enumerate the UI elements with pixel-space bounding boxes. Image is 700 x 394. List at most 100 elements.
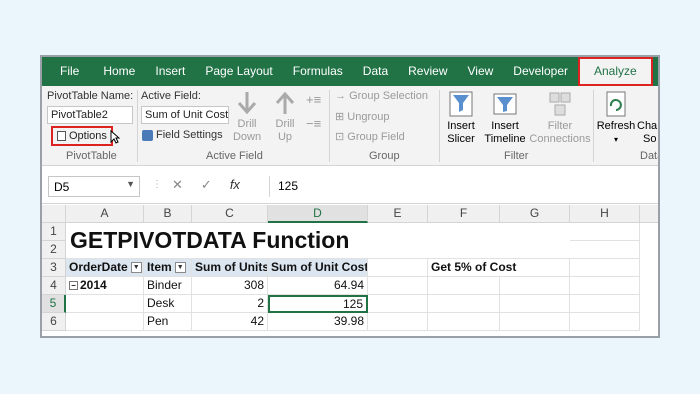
row-header[interactable]: 6 <box>42 313 66 331</box>
name-box[interactable]: D5 ▼ <box>48 176 140 197</box>
tab-view[interactable]: View <box>458 57 504 86</box>
tab-home[interactable]: Home <box>93 57 145 86</box>
arrow-right-icon: → <box>335 90 350 102</box>
drill-up-label-1: Drill <box>275 118 295 130</box>
get-5-percent-label[interactable]: Get 5% of Cost <box>428 259 570 277</box>
header-item[interactable]: Item ▼ <box>144 259 192 277</box>
group-field-button[interactable]: ⊡ Group Field <box>335 130 405 143</box>
row-header[interactable]: 3 <box>42 259 66 277</box>
cell[interactable] <box>570 313 640 331</box>
change-source-label-1: Cha <box>637 120 658 132</box>
insert-timeline-button[interactable]: Insert Timeline <box>482 90 528 146</box>
cell[interactable] <box>570 223 640 241</box>
cell[interactable] <box>66 313 144 331</box>
header-orderdate[interactable]: OrderDate ▼ <box>66 259 144 277</box>
column-header[interactable]: A <box>66 205 144 223</box>
cell[interactable] <box>368 277 428 295</box>
year-cell[interactable]: −2014 <box>66 277 144 295</box>
formula-input[interactable]: 125 <box>269 176 658 197</box>
row-header[interactable]: 2 <box>42 241 66 259</box>
select-all-corner[interactable] <box>42 205 66 223</box>
row-header[interactable]: 1 <box>42 223 66 241</box>
insert-slicer-label-2: Slicer <box>447 133 475 145</box>
ungroup-label: Ungroup <box>347 111 390 123</box>
cancel-icon[interactable]: ✕ <box>172 177 183 193</box>
group-label-group: Group <box>369 150 400 162</box>
group-selection-label: Group Selection <box>349 90 428 102</box>
ungroup-button[interactable]: ⊞ Ungroup <box>335 110 389 123</box>
cell[interactable] <box>428 313 500 331</box>
options-label: Options <box>69 130 107 142</box>
cell[interactable] <box>570 295 640 313</box>
cell[interactable] <box>500 313 570 331</box>
active-field-input[interactable]: Sum of Unit Cost <box>141 106 229 124</box>
filter-dropdown-icon[interactable]: ▼ <box>130 262 142 274</box>
tab-formulas[interactable]: Formulas <box>283 57 353 86</box>
group-field-label: Group Field <box>347 131 405 143</box>
cost-cell-selected[interactable]: 125 <box>268 295 368 313</box>
expand-field-icon[interactable]: +≡ <box>306 92 321 107</box>
cell[interactable] <box>368 259 428 277</box>
tab-developer[interactable]: Developer <box>503 57 578 86</box>
insert-slicer-label-1: Insert <box>447 120 475 132</box>
cost-cell[interactable]: 39.98 <box>268 313 368 331</box>
enter-icon[interactable]: ✓ <box>201 177 212 193</box>
filter-dropdown-icon[interactable]: ▼ <box>174 262 186 274</box>
insert-slicer-button[interactable]: Insert Slicer <box>444 90 478 146</box>
separator <box>439 90 440 162</box>
drill-up-button[interactable]: Drill Up <box>270 90 300 144</box>
tab-file[interactable]: File <box>42 57 93 86</box>
refresh-label: Refresh <box>596 120 636 132</box>
column-header[interactable]: F <box>428 205 500 223</box>
cell[interactable] <box>500 277 570 295</box>
change-source-button[interactable]: Cha So <box>637 120 658 146</box>
units-cell[interactable]: 2 <box>192 295 268 313</box>
options-button[interactable]: Options <box>51 126 113 146</box>
item-cell[interactable]: Pen <box>144 313 192 331</box>
collapse-icon[interactable]: − <box>69 281 78 291</box>
cell[interactable] <box>368 313 428 331</box>
slicer-icon <box>449 91 473 117</box>
filter-connections-button[interactable]: Filter Connections <box>529 90 591 146</box>
column-header[interactable]: G <box>500 205 570 223</box>
units-cell[interactable]: 42 <box>192 313 268 331</box>
tab-review[interactable]: Review <box>398 57 457 86</box>
tab-insert[interactable]: Insert <box>145 57 195 86</box>
pivot-name-input[interactable]: PivotTable2 <box>47 106 133 124</box>
column-header[interactable]: D <box>268 205 368 223</box>
cell[interactable] <box>570 241 640 259</box>
column-header[interactable]: B <box>144 205 192 223</box>
collapse-field-icon[interactable]: −≡ <box>306 116 321 131</box>
item-cell[interactable]: Desk <box>144 295 192 313</box>
column-header[interactable]: E <box>368 205 428 223</box>
year-label: 2014 <box>80 278 107 292</box>
units-cell[interactable]: 308 <box>192 277 268 295</box>
field-settings-button[interactable]: Field Settings <box>142 129 223 141</box>
row-header[interactable]: 4 <box>42 277 66 295</box>
tab-analyze[interactable]: Analyze <box>578 57 653 86</box>
tab-page-layout[interactable]: Page Layout <box>195 57 282 86</box>
column-header[interactable] <box>640 205 658 223</box>
cell[interactable] <box>368 295 428 313</box>
options-icon <box>57 131 66 142</box>
fx-icon[interactable]: fx <box>230 177 240 193</box>
refresh-button[interactable]: Refresh ▾ <box>596 90 636 146</box>
row-header[interactable]: 5 <box>42 295 66 313</box>
group-selection-button[interactable]: → Group Selection <box>335 90 428 102</box>
cell[interactable] <box>570 259 640 277</box>
column-header[interactable]: H <box>570 205 640 223</box>
cell[interactable] <box>428 277 500 295</box>
field-settings-icon <box>142 129 153 141</box>
cell[interactable] <box>500 295 570 313</box>
cell[interactable] <box>66 295 144 313</box>
header-sum-units[interactable]: Sum of Units <box>192 259 268 277</box>
column-header[interactable]: C <box>192 205 268 223</box>
cell[interactable] <box>570 277 640 295</box>
chevron-down-icon[interactable]: ▼ <box>126 179 135 189</box>
drill-down-button[interactable]: Drill Down <box>232 90 262 144</box>
item-cell[interactable]: Binder <box>144 277 192 295</box>
tab-data[interactable]: Data <box>353 57 398 86</box>
cell[interactable] <box>428 295 500 313</box>
cost-cell[interactable]: 64.94 <box>268 277 368 295</box>
header-sum-cost[interactable]: Sum of Unit Cost <box>268 259 368 277</box>
